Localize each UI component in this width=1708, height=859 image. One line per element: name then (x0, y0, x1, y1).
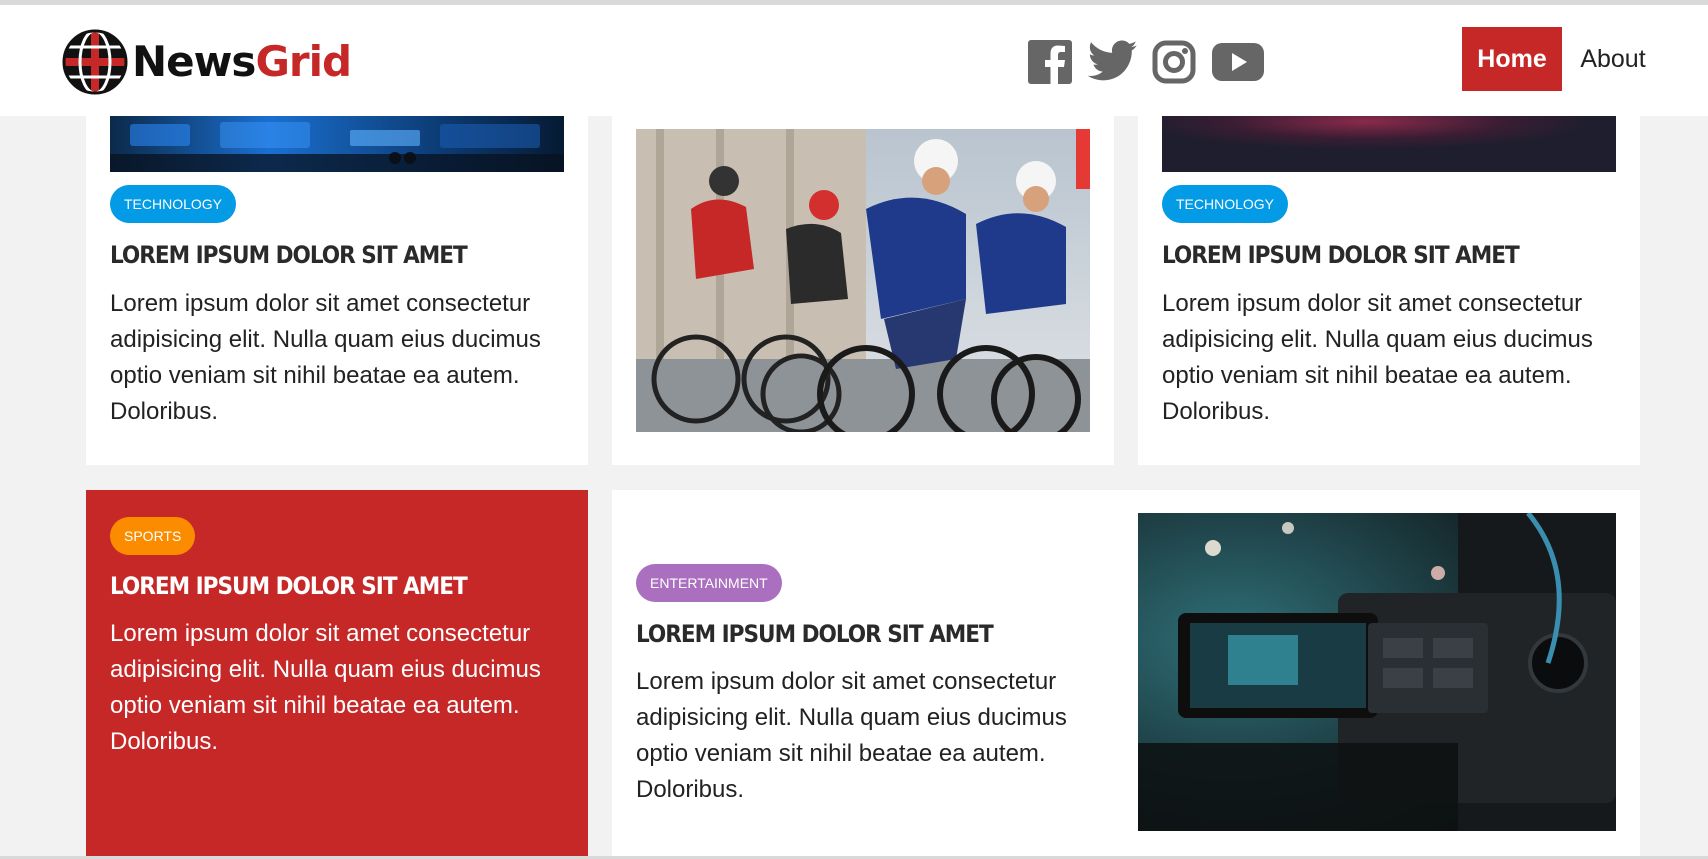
instagram-icon (1152, 40, 1196, 84)
nav-home-link[interactable]: Home (1462, 27, 1562, 91)
twitter-icon (1088, 40, 1138, 81)
news-card-sports[interactable]: SPORTS LOREM IPSUM DOLOR SIT AMET Lorem … (86, 490, 588, 856)
card-image-tech-equipment (110, 116, 564, 172)
twitter-link[interactable] (1088, 39, 1138, 85)
card-text: Lorem ipsum dolor sit amet consectetur a… (636, 668, 1067, 803)
brand-name-part2: Grid (255, 37, 352, 86)
card-title[interactable]: LOREM IPSUM DOLOR SIT AMET (636, 620, 994, 648)
instagram-link[interactable] (1152, 39, 1196, 85)
nav-about-link[interactable]: About (1578, 27, 1648, 91)
category-badge[interactable]: SPORTS (110, 517, 196, 555)
brand-logo[interactable]: NewsGrid (62, 29, 352, 95)
news-card-image-cyclists[interactable] (612, 116, 1114, 465)
card-image-cyclists (636, 129, 1090, 432)
facebook-link[interactable] (1028, 39, 1072, 85)
globe-icon (62, 29, 128, 95)
card-image-concert-lights (1162, 116, 1616, 172)
card-text: Lorem ipsum dolor sit amet consectetur a… (1162, 290, 1593, 425)
navbar: NewsGrid Home About (0, 5, 1708, 116)
news-card-entertainment[interactable]: ENTERTAINMENT LOREM IPSUM DOLOR SIT AMET… (612, 490, 1640, 856)
card-text: Lorem ipsum dolor sit amet consectetur a… (110, 620, 541, 755)
brand-name-part1: News (132, 37, 256, 86)
news-card-technology-2[interactable]: TECHNOLOGY LOREM IPSUM DOLOR SIT AMET Lo… (1138, 116, 1640, 465)
card-title[interactable]: LOREM IPSUM DOLOR SIT AMET (110, 572, 468, 600)
category-badge[interactable]: ENTERTAINMENT (636, 564, 782, 602)
youtube-icon (1212, 43, 1264, 81)
category-badge[interactable]: TECHNOLOGY (1162, 185, 1289, 223)
card-text: Lorem ipsum dolor sit amet consectetur a… (110, 290, 541, 425)
card-image-video-camera (1138, 513, 1616, 831)
news-card-technology-1[interactable]: TECHNOLOGY LOREM IPSUM DOLOR SIT AMET Lo… (86, 116, 588, 465)
card-title[interactable]: LOREM IPSUM DOLOR SIT AMET (110, 241, 468, 269)
card-title[interactable]: LOREM IPSUM DOLOR SIT AMET (1162, 241, 1520, 269)
category-badge[interactable]: TECHNOLOGY (110, 185, 237, 223)
facebook-icon (1028, 40, 1072, 84)
youtube-link[interactable] (1212, 39, 1264, 85)
brand-name: NewsGrid (132, 41, 352, 83)
